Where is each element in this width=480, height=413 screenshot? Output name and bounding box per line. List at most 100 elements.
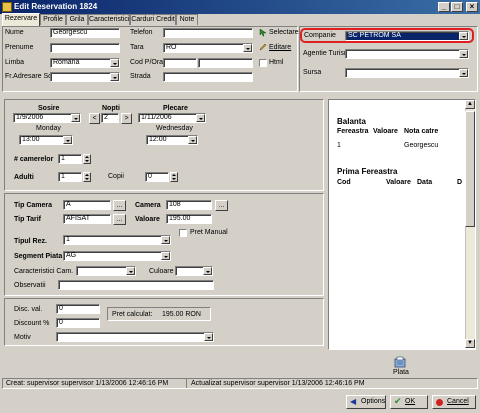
tab-caracteristici[interactable]: Caracteristici: [88, 14, 130, 25]
chevron-down-icon[interactable]: [126, 267, 135, 275]
col-prima-valoare: Valoare: [386, 179, 411, 186]
tara-select[interactable]: RO: [163, 43, 253, 53]
cancel-button[interactable]: Cancel: [432, 395, 476, 409]
plecare-time[interactable]: 12:00: [146, 135, 198, 145]
prenume-input[interactable]: [50, 43, 120, 53]
chevron-down-icon[interactable]: [71, 114, 80, 122]
plata-button[interactable]: Plata: [393, 369, 409, 376]
selectare-link[interactable]: Selectare: [269, 29, 299, 36]
strada-input[interactable]: [163, 72, 253, 82]
copii-input[interactable]: 0: [145, 172, 169, 182]
strada-label: Strada: [130, 73, 151, 80]
cod-postal-input[interactable]: [163, 58, 197, 68]
chevron-down-icon[interactable]: [204, 333, 213, 341]
scroll-down-button[interactable]: ▼: [465, 339, 475, 348]
limba-select[interactable]: Romana: [50, 58, 120, 68]
row-nota: Georgescu: [404, 142, 439, 149]
observatii-input[interactable]: [58, 280, 214, 290]
nume-input[interactable]: Georgescu: [50, 28, 120, 38]
disc-pct-input[interactable]: 0: [56, 318, 100, 328]
chevron-down-icon[interactable]: [161, 236, 170, 244]
col-d: D: [457, 179, 463, 186]
tab-carduri-credit[interactable]: Carduri Credit: [130, 14, 176, 25]
nopti-input[interactable]: 2: [101, 113, 119, 123]
prima-divider: [334, 189, 462, 190]
camera-label: Camera: [135, 202, 161, 209]
scroll-up-button[interactable]: ▲: [465, 100, 475, 109]
copii-spinner[interactable]: [170, 172, 178, 182]
scroll-thumb[interactable]: [465, 111, 475, 227]
html-checkbox[interactable]: [259, 59, 267, 67]
chevron-down-icon[interactable]: [110, 59, 119, 67]
close-button[interactable]: ×: [466, 2, 478, 12]
disc-pct-label: Discount %: [14, 320, 50, 327]
select-arrow-icon[interactable]: [259, 28, 267, 37]
chevron-down-icon[interactable]: [459, 32, 468, 40]
chevron-down-icon[interactable]: [196, 114, 205, 122]
oras-input[interactable]: [198, 58, 253, 68]
tipul-rez-select[interactable]: 1: [63, 235, 171, 245]
culoare-label: Culoare: [149, 268, 174, 275]
adulti-input[interactable]: 1: [58, 172, 82, 182]
camere-input[interactable]: 1: [58, 154, 82, 164]
status-created: Creat: supervisor supervisor 1/13/2006 1…: [6, 380, 169, 387]
agentie-select[interactable]: [345, 49, 469, 59]
fr-adresare-select[interactable]: [50, 72, 120, 82]
editare-link[interactable]: Editare: [269, 44, 291, 51]
tip-camera-input[interactable]: A: [63, 200, 111, 210]
motiv-select[interactable]: [56, 332, 214, 342]
caracteristici-select[interactable]: [76, 266, 136, 276]
tip-camera-label: Tip Camera: [14, 202, 52, 209]
title-bar: Edit Reservation 1824 _ □ ×: [0, 0, 480, 14]
chevron-down-icon[interactable]: [243, 44, 252, 52]
plecare-date[interactable]: 1/11/2006: [138, 113, 206, 123]
sosire-day: Monday: [36, 125, 61, 132]
chevron-down-icon[interactable]: [459, 50, 468, 58]
sosire-time[interactable]: 13:00: [19, 135, 73, 145]
chevron-down-icon[interactable]: [161, 252, 170, 260]
prev-night-button[interactable]: <: [89, 113, 100, 124]
adulti-spinner[interactable]: [83, 172, 91, 182]
tip-tarif-input[interactable]: AFISAT: [63, 214, 111, 224]
cancel-icon: [436, 399, 443, 406]
disc-val-input[interactable]: 0: [56, 304, 100, 314]
edit-icon[interactable]: [259, 43, 267, 51]
tip-camera-browse-button[interactable]: ...: [113, 200, 126, 211]
segment-select[interactable]: AG: [63, 251, 171, 261]
options-button[interactable]: ◀ Options: [346, 395, 386, 409]
tab-rezervare[interactable]: Rezervare: [2, 13, 40, 26]
sursa-label: Sursa: [303, 69, 322, 76]
sursa-select[interactable]: [345, 68, 469, 78]
sosire-date[interactable]: 1/9/2006: [13, 113, 81, 123]
companie-select[interactable]: SC PETROM SA: [345, 31, 469, 41]
caracteristici-label: Caracteristici Cam.: [14, 268, 74, 275]
chevron-down-icon[interactable]: [459, 69, 468, 77]
tab-grila[interactable]: Grila: [66, 14, 88, 25]
prenume-label: Prenume: [5, 44, 34, 51]
fr-adresare-label: Fr.Adresare Scr: [5, 73, 55, 80]
tara-label: Tara: [130, 44, 144, 51]
chevron-down-icon[interactable]: [110, 73, 119, 81]
camera-input[interactable]: 108: [166, 200, 212, 210]
maximize-button[interactable]: □: [451, 2, 463, 12]
pret-manual-checkbox[interactable]: [179, 229, 187, 237]
chevron-down-icon[interactable]: [203, 267, 212, 275]
culoare-select[interactable]: [175, 266, 213, 276]
pret-calculat-label: Pret calculat:: [112, 311, 153, 318]
tab-profile[interactable]: Profile: [40, 14, 66, 25]
tip-tarif-browse-button[interactable]: ...: [113, 214, 126, 225]
check-icon: ✔: [394, 396, 402, 406]
valoare-input[interactable]: 195.00: [166, 214, 212, 224]
camere-spinner[interactable]: [83, 154, 91, 164]
chevron-down-icon[interactable]: [63, 136, 72, 144]
minimize-button[interactable]: _: [438, 2, 450, 12]
next-night-button[interactable]: >: [121, 113, 132, 124]
telefon-input[interactable]: [163, 28, 253, 38]
copii-label: Copii: [108, 173, 124, 180]
camera-browse-button[interactable]: ...: [215, 200, 228, 211]
ok-button[interactable]: ✔ OK: [390, 395, 428, 409]
observatii-label: Observatii: [14, 282, 46, 289]
chevron-down-icon[interactable]: [188, 136, 197, 144]
tab-note[interactable]: Note: [176, 14, 198, 25]
plata-icon[interactable]: [394, 356, 406, 368]
